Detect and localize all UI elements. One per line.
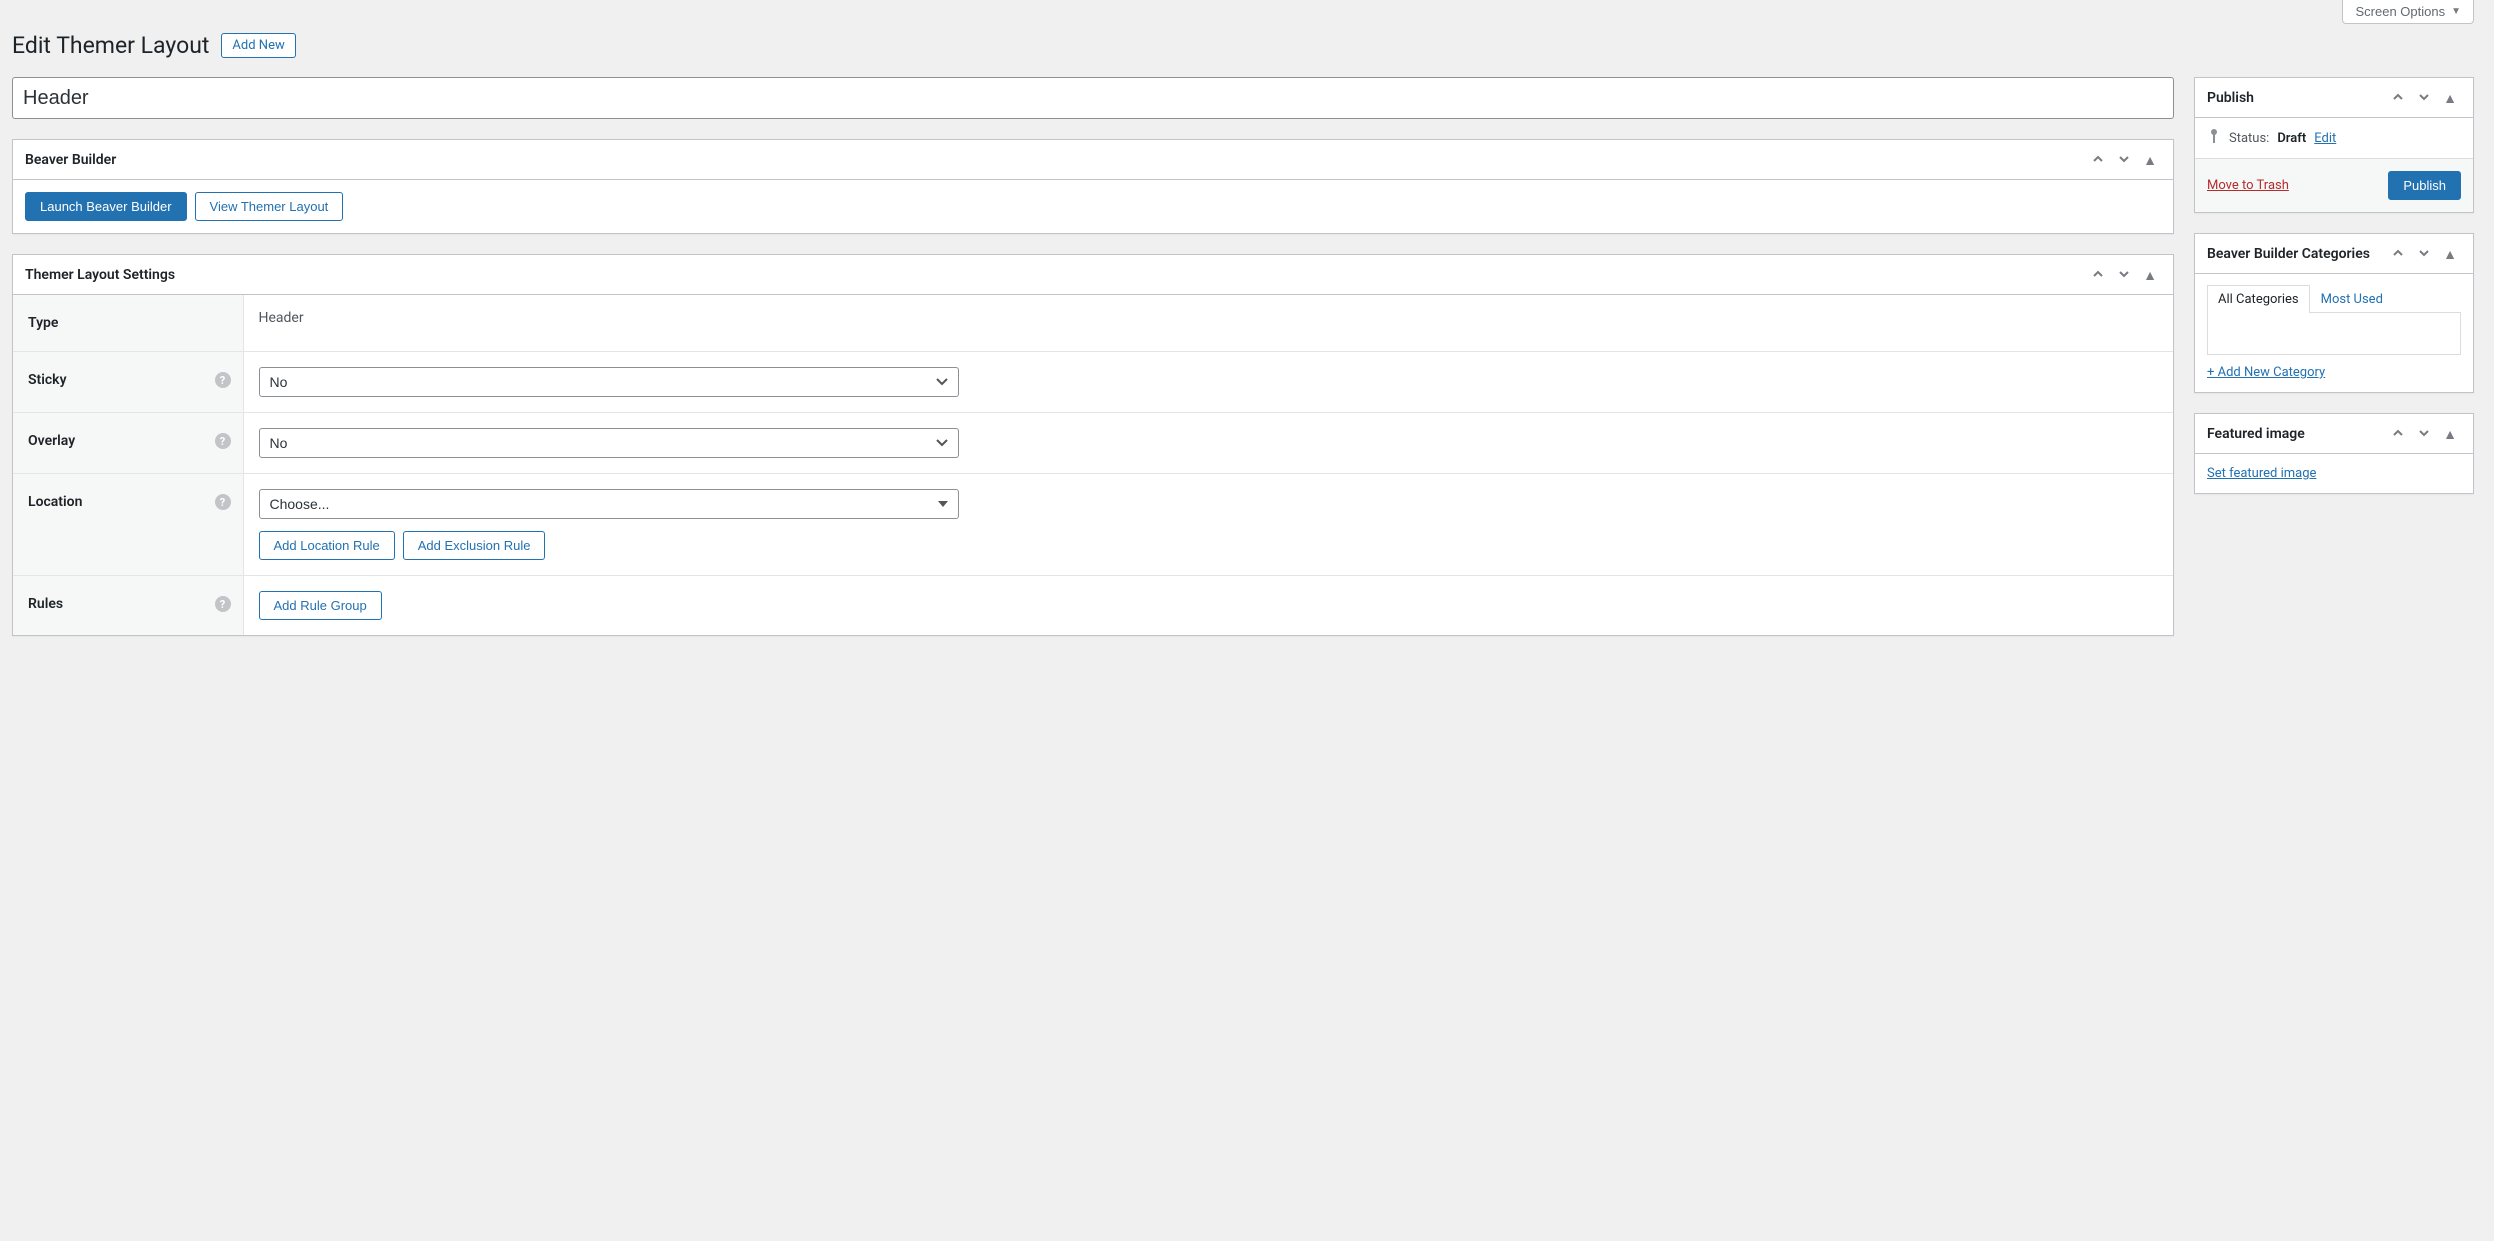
move-down-button[interactable]	[2113, 148, 2135, 172]
featured-image-metabox: Featured image ▲ Set featured image	[2194, 413, 2474, 494]
help-icon[interactable]: ?	[215, 433, 231, 449]
title-input[interactable]	[12, 77, 2174, 119]
categories-metabox: Beaver Builder Categories ▲ All Categori…	[2194, 233, 2474, 393]
publish-metabox: Publish ▲ Status: Draft Edit Mo	[2194, 77, 2474, 213]
location-label: Location	[28, 494, 82, 510]
screen-options-button[interactable]: Screen Options ▼	[2342, 0, 2474, 24]
launch-beaver-builder-button[interactable]: Launch Beaver Builder	[25, 192, 187, 221]
tab-all-categories[interactable]: All Categories	[2207, 285, 2310, 313]
help-icon[interactable]: ?	[215, 494, 231, 510]
categories-list	[2207, 313, 2461, 355]
tab-most-used[interactable]: Most Used	[2310, 285, 2394, 313]
beaver-builder-box-title: Beaver Builder	[25, 152, 116, 168]
chevron-down-icon: ▼	[2451, 6, 2461, 17]
move-down-button[interactable]	[2413, 242, 2435, 266]
screen-options-label: Screen Options	[2355, 4, 2445, 19]
add-location-rule-button[interactable]: Add Location Rule	[259, 531, 395, 560]
publish-button[interactable]: Publish	[2388, 171, 2461, 200]
location-select[interactable]: Choose...	[259, 489, 959, 519]
move-up-button[interactable]	[2087, 148, 2109, 172]
publish-box-title: Publish	[2207, 90, 2254, 106]
add-new-button[interactable]: Add New	[221, 33, 295, 58]
toggle-panel-button[interactable]: ▲	[2139, 264, 2161, 286]
move-down-button[interactable]	[2413, 86, 2435, 110]
move-up-button[interactable]	[2387, 422, 2409, 446]
overlay-label: Overlay	[28, 433, 75, 449]
beaver-builder-metabox: Beaver Builder ▲ Launch Beaver Builder V…	[12, 139, 2174, 234]
help-icon[interactable]: ?	[215, 372, 231, 388]
status-value: Draft	[2277, 131, 2306, 146]
add-new-category-link[interactable]: + Add New Category	[2207, 365, 2325, 380]
sticky-select[interactable]: No	[259, 367, 959, 397]
type-label: Type	[13, 295, 243, 352]
move-up-button[interactable]	[2387, 86, 2409, 110]
help-icon[interactable]: ?	[215, 596, 231, 612]
status-label: Status:	[2229, 131, 2269, 146]
toggle-panel-button[interactable]: ▲	[2439, 243, 2461, 265]
add-rule-group-button[interactable]: Add Rule Group	[259, 591, 382, 620]
move-to-trash-link[interactable]: Move to Trash	[2207, 178, 2289, 193]
pin-icon	[2207, 128, 2221, 148]
rules-label: Rules	[28, 596, 63, 612]
toggle-panel-button[interactable]: ▲	[2439, 87, 2461, 109]
move-down-button[interactable]	[2113, 263, 2135, 287]
sticky-label: Sticky	[28, 372, 67, 388]
settings-box-title: Themer Layout Settings	[25, 267, 175, 283]
view-themer-layout-button[interactable]: View Themer Layout	[195, 192, 344, 221]
categories-box-title: Beaver Builder Categories	[2207, 246, 2370, 262]
overlay-select[interactable]: No	[259, 428, 959, 458]
move-up-button[interactable]	[2387, 242, 2409, 266]
themer-layout-settings-metabox: Themer Layout Settings ▲ Type Header Sti…	[12, 254, 2174, 636]
featured-image-box-title: Featured image	[2207, 426, 2305, 442]
move-up-button[interactable]	[2087, 263, 2109, 287]
toggle-panel-button[interactable]: ▲	[2139, 149, 2161, 171]
set-featured-image-link[interactable]: Set featured image	[2207, 466, 2316, 481]
toggle-panel-button[interactable]: ▲	[2439, 423, 2461, 445]
type-value: Header	[243, 295, 2173, 352]
edit-status-link[interactable]: Edit	[2314, 131, 2336, 146]
add-exclusion-rule-button[interactable]: Add Exclusion Rule	[403, 531, 546, 560]
move-down-button[interactable]	[2413, 422, 2435, 446]
page-title: Edit Themer Layout	[12, 32, 209, 59]
